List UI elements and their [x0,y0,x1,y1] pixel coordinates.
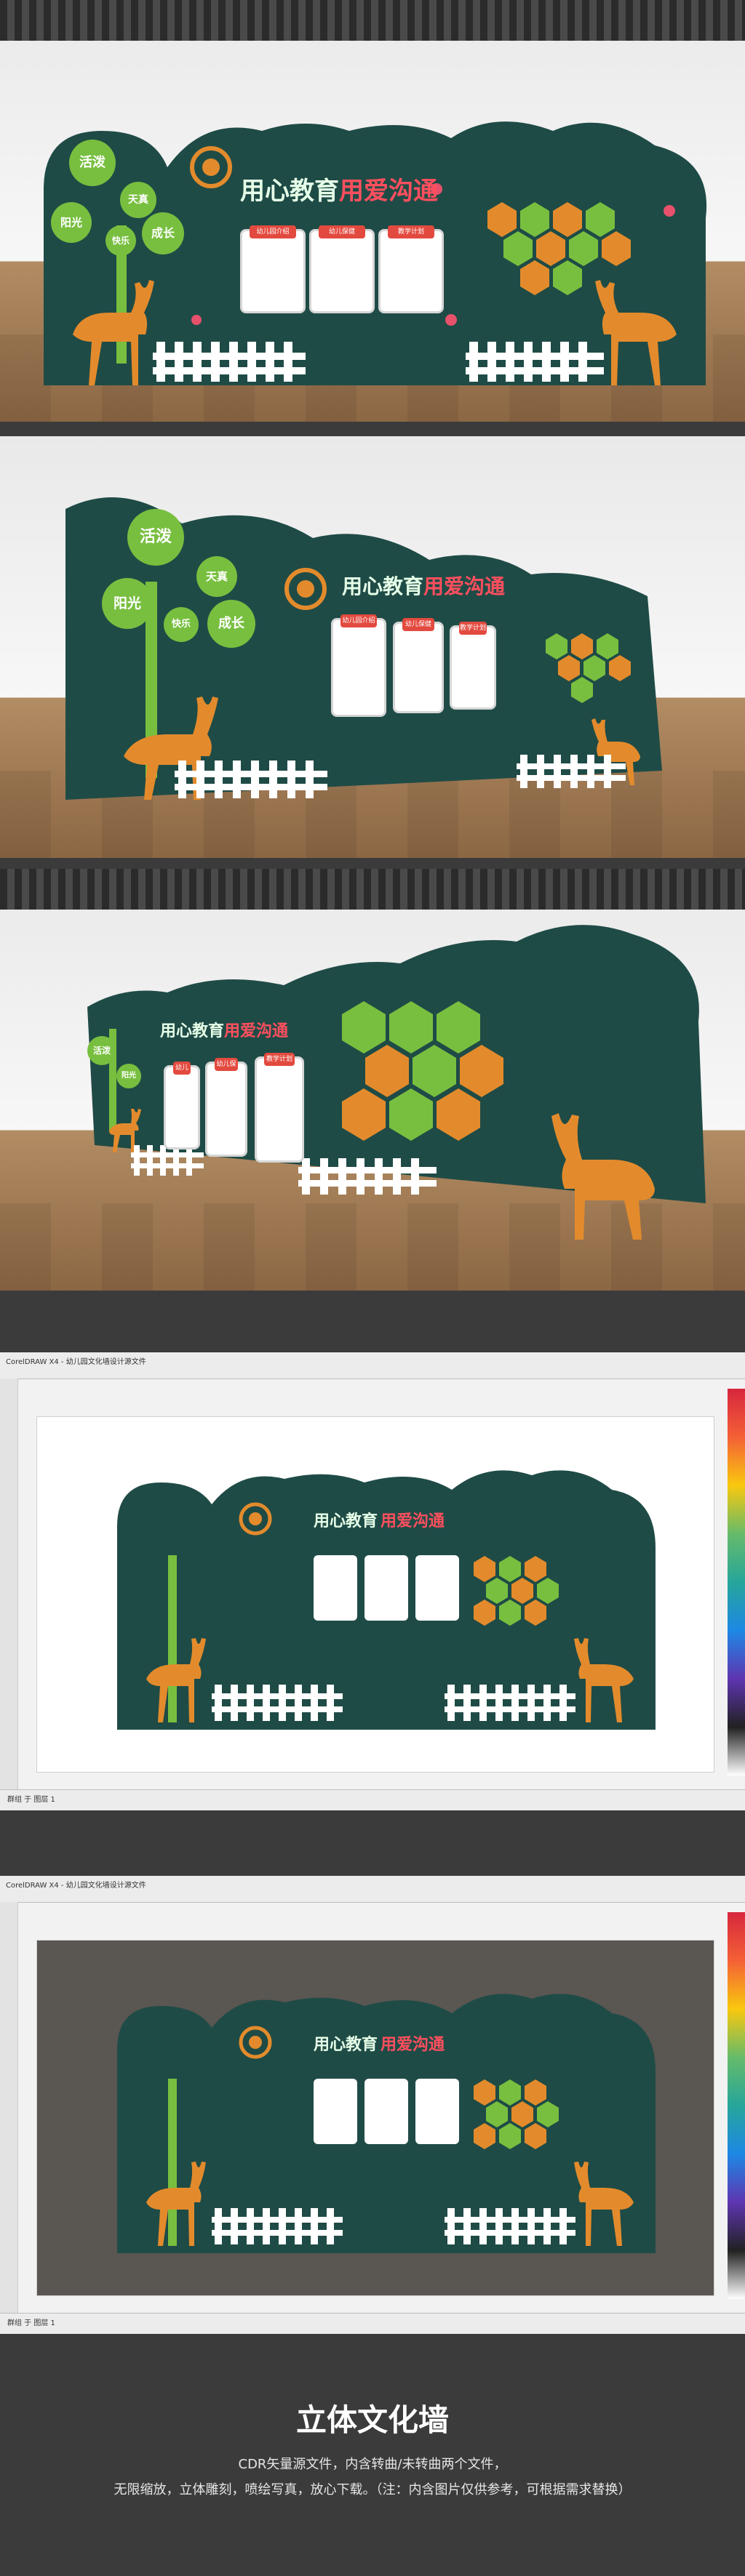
slogan-part1: 用心教育 [342,574,424,598]
notice-board-1: 幼儿园介绍 [331,614,386,717]
canvas-area[interactable]: 用心教育 用爱沟通 [36,1416,714,1773]
footer-line-1: CDR矢量源文件，内含转曲/未转曲两个文件， [238,2457,507,2472]
slogan-part2: 用爱沟通 [339,177,438,206]
slogan-part2: 用爱沟通 [224,1022,289,1040]
slogan-part2: 用爱沟通 [423,574,506,598]
design-preview: 用心教育 用爱沟通 [117,1470,656,1730]
bubble-growth: 成长 [207,600,255,648]
window-title: CorelDRAW X4 - 幼儿园文化墙设计源文件 [6,1358,146,1366]
bubble-lively: 活泼 [127,509,184,566]
bubble-growth: 成长 [142,212,184,254]
bubble-sunny: 阳光 [116,1064,141,1088]
bubble-happy: 快乐 [105,225,136,256]
bubble-lively: 活泼 [87,1036,116,1065]
preview-panel-1: 活泼 天真 阳光 快乐 成长 用心教育用爱沟通 幼儿园介绍 幼儿保健 教学计划 [0,0,745,422]
notice-board-3: 教学计划 [378,225,444,313]
window-title: CorelDRAW X4 - 幼儿园文化墙设计源文件 [6,1882,146,1890]
color-palette[interactable] [728,1389,745,1775]
tool-sidebar[interactable] [0,1902,18,2314]
software-window-2: CorelDRAW X4 - 幼儿园文化墙设计源文件 用心教育 用爱沟通 群组 … [0,1876,745,2334]
software-titlebar: CorelDRAW X4 - 幼儿园文化墙设计源文件 [0,1876,745,1903]
bubble-innocent: 天真 [196,556,237,597]
slogan: 用心教育用爱沟通 [240,171,438,206]
bubble-happy: 快乐 [164,607,199,642]
footer: 立体文化墙 CDR矢量源文件，内含转曲/未转曲两个文件， 无限缩放，立体雕刻，喷… [0,2356,745,2576]
notice-board-1: 幼儿园介绍 [240,225,306,313]
board-tab: 教学计划 [388,225,434,238]
board-tab: 幼儿园介绍 [250,225,296,238]
color-palette[interactable] [728,1912,745,2299]
svg-text:用心教育: 用心教育 [314,1512,378,1530]
status-bar: 群组 于 图层 1 [0,1789,745,1810]
board-tab: 幼儿园介绍 [173,1062,191,1098]
footer-line-2: 无限缩放，立体雕刻，喷绘写真，放心下载。（注：内含图片仅供参考，可根据需求替换） [113,2482,632,2497]
board-tab: 教学计划 [264,1053,295,1066]
svg-text:用爱沟通: 用爱沟通 [381,2035,445,2054]
preview-panel-2: 活泼 天真 阳光 快乐 成长 用心教育用爱沟通 幼儿园介绍 幼儿保健 教学计划 [0,436,745,858]
software-window-1: CorelDRAW X4 - 幼儿园文化墙设计源文件 用心教育 用爱沟通 群组 … [0,1352,745,1810]
svg-text:用心教育: 用心教育 [314,2035,378,2054]
board-tab: 幼儿园介绍 [340,614,377,627]
slogan-part1: 用心教育 [160,1022,225,1040]
board-tab: 幼儿保健 [402,618,434,631]
bubble-sunny: 阳光 [51,202,92,243]
slogan-part1: 用心教育 [240,177,339,206]
notice-board-2: 幼儿保健 [393,618,444,713]
bubble-innocent: 天真 [120,182,156,218]
status-bar: 群组 于 图层 1 [0,2313,745,2334]
notice-board-1: 幼儿园介绍 [164,1062,200,1149]
board-tab: 教学计划 [459,622,487,635]
bubble-sunny: 阳光 [102,578,153,629]
culture-wall [44,121,707,385]
ceiling [0,0,745,41]
slogan: 用心教育用爱沟通 [160,1018,288,1041]
board-tab: 幼儿保健 [215,1058,238,1081]
notice-board-2: 幼儿保健 [205,1058,247,1157]
svg-text:用爱沟通: 用爱沟通 [381,1512,445,1530]
notice-board-3: 教学计划 [450,622,496,710]
software-titlebar: CorelDRAW X4 - 幼儿园文化墙设计源文件 [0,1352,745,1379]
design-preview: 用心教育 用爱沟通 [117,1994,656,2253]
notice-board-3: 教学计划 [255,1053,304,1163]
slogan: 用心教育用爱沟通 [342,571,505,600]
footer-title: 立体文化墙 [295,2402,449,2438]
notice-board-2: 幼儿保健 [309,225,375,313]
preview-panel-3: 用心教育用爱沟通 幼儿园介绍 幼儿保健 教学计划 活泼 阳光 [0,869,745,1291]
ceiling [0,869,745,910]
board-tab: 幼儿保健 [319,225,365,238]
tool-sidebar[interactable] [0,1379,18,1790]
bubble-lively: 活泼 [69,140,116,186]
canvas-area[interactable]: 用心教育 用爱沟通 [36,1940,714,2296]
